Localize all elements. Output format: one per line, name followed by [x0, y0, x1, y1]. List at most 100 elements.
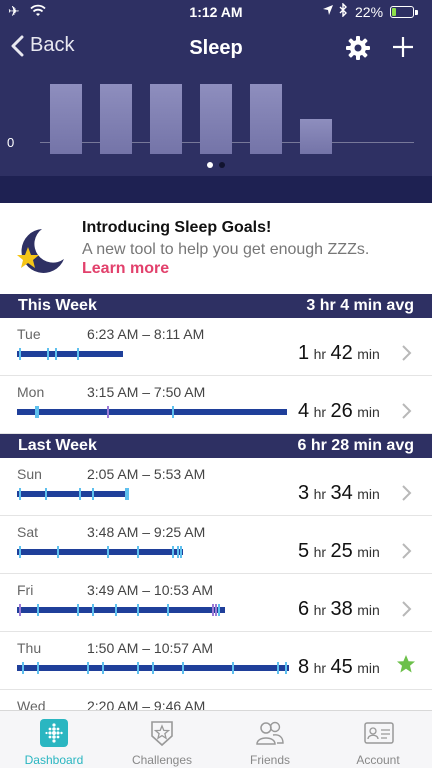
- learn-more-link[interactable]: Learn more: [82, 260, 169, 278]
- awake-mark: [37, 604, 39, 616]
- duration-hours: 5: [298, 540, 310, 562]
- sleep-timeline-bar: [17, 604, 225, 616]
- chevron-right-icon: [401, 344, 413, 367]
- awake-mark: [77, 604, 79, 616]
- row-day: Fri: [17, 582, 34, 598]
- duration-min-unit: min: [357, 404, 380, 420]
- section-title: This Week: [18, 297, 97, 314]
- tab-label: Friends: [249, 753, 290, 767]
- chart-bar[interactable]: [200, 84, 232, 154]
- awake-mark: [87, 662, 89, 674]
- duration-hr-unit: hr: [313, 404, 327, 420]
- duration-minutes: 45: [330, 656, 353, 678]
- awake-mark: [167, 604, 169, 616]
- awake-mark: [57, 546, 59, 558]
- awake-mark: [212, 604, 214, 616]
- battery-icon: [390, 6, 418, 18]
- awake-mark: [37, 406, 39, 418]
- sleep-log-row[interactable]: Fri 3:49 AM – 10:53 AM 6 hr 38 min: [0, 574, 432, 632]
- awake-mark: [92, 604, 94, 616]
- awake-mark: [45, 488, 47, 500]
- row-time-range: 2:05 AM – 5:53 AM: [87, 466, 206, 482]
- awake-mark: [115, 604, 117, 616]
- duration-hours: 8: [298, 656, 310, 678]
- sleep-goals-promo[interactable]: Introducing Sleep Goals! A new tool to h…: [0, 203, 432, 293]
- awake-mark: [55, 348, 57, 360]
- awake-mark: [137, 662, 139, 674]
- awake-mark: [215, 604, 217, 616]
- chevron-right-icon: [401, 600, 413, 623]
- row-time-range: 1:50 AM – 10:57 AM: [87, 640, 214, 656]
- row-duration: 4 hr 26 min: [298, 400, 380, 423]
- duration-min-unit: min: [357, 346, 380, 362]
- row-duration: 3 hr 34 min: [298, 482, 380, 505]
- sleep-log-row[interactable]: Tue 6:23 AM – 8:11 AM 1 hr 42 min: [0, 318, 432, 376]
- battery-percent: 22%: [355, 4, 384, 20]
- page-indicator[interactable]: [0, 155, 432, 173]
- chart-bar[interactable]: [300, 119, 332, 154]
- status-bar: ✈ 1:12 AM 22%: [0, 0, 432, 24]
- tab-label: Dashboard: [24, 753, 84, 767]
- awake-mark: [92, 488, 94, 500]
- row-day: Thu: [17, 640, 42, 656]
- awake-mark: [107, 406, 109, 418]
- chart-bar[interactable]: [250, 84, 282, 154]
- tab-dashboard[interactable]: Dashboard: [0, 711, 108, 768]
- duration-min-unit: min: [357, 660, 380, 676]
- awake-mark: [22, 662, 24, 674]
- awake-mark: [19, 488, 21, 500]
- duration-min-unit: min: [357, 602, 380, 618]
- section-average: 3 hr 4 min avg: [306, 297, 414, 314]
- duration-min-unit: min: [357, 544, 380, 560]
- page-dot[interactable]: [219, 162, 225, 168]
- section-header: Last Week 6 hr 28 min avg: [0, 434, 432, 458]
- chart-bar[interactable]: [50, 84, 82, 154]
- chart-baseline-label: 0: [7, 135, 15, 150]
- duration-hr-unit: hr: [313, 346, 327, 362]
- chart-bar[interactable]: [150, 84, 182, 154]
- row-duration: 5 hr 25 min: [298, 540, 380, 563]
- sleep-timeline-bar: [17, 488, 129, 500]
- tab-challenges[interactable]: Challenges: [108, 711, 216, 768]
- tab-bar: Dashboard Challenges Friends Account: [0, 710, 432, 768]
- sleep-timeline-bar: [17, 348, 123, 360]
- goal-met-star-icon: [396, 654, 416, 679]
- sleep-timeline-bar: [17, 406, 287, 418]
- chart-bar[interactable]: [100, 84, 132, 154]
- awake-mark: [172, 406, 174, 418]
- awake-mark: [182, 662, 184, 674]
- row-time-range: 3:48 AM – 9:25 AM: [87, 524, 206, 540]
- sleep-log-row[interactable]: Sat 3:48 AM – 9:25 AM 5 hr 25 min: [0, 516, 432, 574]
- tab-friends[interactable]: Friends: [216, 711, 324, 768]
- section-title: Last Week: [18, 437, 97, 454]
- tab-label: Challenges: [131, 753, 193, 767]
- awake-mark: [177, 546, 179, 558]
- duration-minutes: 42: [330, 342, 353, 364]
- sleep-log-row[interactable]: Thu 1:50 AM – 10:57 AM 8 hr 45 min: [0, 632, 432, 690]
- awake-mark: [172, 546, 174, 558]
- chevron-right-icon: [401, 542, 413, 565]
- sleep-log-row[interactable]: Mon 3:15 AM – 7:50 AM 4 hr 26 min: [0, 376, 432, 434]
- promo-subtitle: A new tool to help you get enough ZZZs.: [82, 241, 370, 258]
- tab-label: Account: [356, 753, 400, 767]
- star-badge-icon: [148, 719, 176, 747]
- duration-minutes: 34: [330, 482, 353, 504]
- duration-hr-unit: hr: [313, 660, 327, 676]
- page-dot[interactable]: [207, 162, 213, 168]
- row-day: Mon: [17, 384, 45, 400]
- tab-account[interactable]: Account: [324, 711, 432, 768]
- awake-mark: [180, 546, 182, 558]
- row-duration: 6 hr 38 min: [298, 598, 380, 621]
- awake-mark: [277, 662, 279, 674]
- awake-mark: [285, 662, 287, 674]
- awake-mark: [37, 662, 39, 674]
- awake-mark: [137, 546, 139, 558]
- row-duration: 1 hr 42 min: [298, 342, 380, 365]
- sleep-log-row[interactable]: Sun 2:05 AM – 5:53 AM 3 hr 34 min: [0, 458, 432, 516]
- duration-hr-unit: hr: [313, 486, 327, 502]
- moon-star-icon: [14, 225, 68, 280]
- duration-minutes: 26: [330, 400, 353, 422]
- awake-mark: [127, 488, 129, 500]
- awake-mark: [107, 546, 109, 558]
- location-arrow-icon: [322, 3, 334, 19]
